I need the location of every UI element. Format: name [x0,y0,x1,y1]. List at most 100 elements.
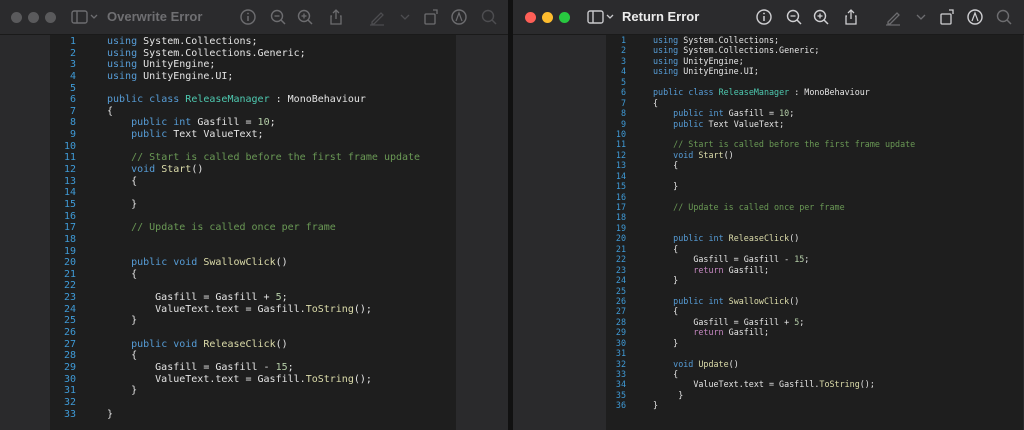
code-line: 12 void Start() [513,150,1024,160]
minimize-button[interactable] [28,12,39,23]
code-line: 29 return Gasfill; [513,327,1024,337]
code-text: } [653,400,659,411]
info-icon[interactable] [239,8,257,26]
search-icon[interactable] [995,8,1013,26]
chevron-down-icon[interactable] [912,8,930,26]
zoom-in-icon[interactable] [296,8,314,26]
line-number: 6 [69,94,76,106]
code-text: using System.Collections; [653,35,780,45]
code-text: public int ReleaseClick() [673,233,800,244]
code-text: using UnityEngine; [653,55,744,66]
code-text: { [653,306,679,317]
line-number: 1 [620,35,626,45]
sidebar-toggle-button[interactable] [586,8,616,26]
markup-icon[interactable] [966,8,984,26]
line-number: 30 [615,337,626,348]
code-line: 9 public Text ValueText; [513,119,1024,129]
code-text: void Start() [673,149,734,160]
line-number: 4 [620,66,626,77]
close-button[interactable] [525,12,536,23]
code-text: { [107,175,138,187]
code-text: void Update() [673,358,739,369]
code-line: 7{ [513,98,1024,108]
line-number: 27 [615,306,626,317]
code-text: // Start is called before the first fram… [673,139,916,150]
markup-icon[interactable] [450,8,468,26]
line-number: 8 [620,108,626,119]
code-text: } [107,408,114,420]
code-text: } [107,385,138,397]
info-icon[interactable] [755,8,773,26]
share-icon[interactable] [842,8,860,26]
sidebar-toggle-button[interactable] [70,8,100,26]
code-line: 14 [513,171,1024,181]
line-number: 21 [63,268,76,280]
line-number: 31 [63,385,76,397]
code-line: 11 // Start is called before the first f… [513,139,1024,149]
line-number: 1 [69,36,76,47]
line-number: 15 [63,198,76,210]
line-number: 34 [615,379,626,390]
line-number: 9 [69,129,76,141]
line-number: 19 [615,222,626,233]
share-icon[interactable] [327,8,345,26]
minimize-button[interactable] [542,12,553,23]
close-button[interactable] [11,12,22,23]
code-line: 25 [513,286,1024,296]
window-title: Overwrite Error [107,9,203,24]
line-number: 11 [63,152,76,164]
line-number: 9 [620,118,626,129]
code-line: 6 public class ReleaseManager : MonoBehav… [513,87,1024,97]
line-number: 20 [63,257,76,269]
line-number: 7 [69,105,76,117]
rotate-icon[interactable] [938,8,956,26]
code-text: public void ReleaseClick() [131,338,288,350]
chevron-down-icon[interactable] [396,8,414,26]
markup-pen-icon[interactable] [368,8,386,26]
zoom-button[interactable] [45,12,56,23]
code-line: 32 void Update() [513,359,1024,369]
line-number: 18 [615,212,626,223]
zoom-out-icon[interactable] [785,8,803,26]
code-line: 3 using UnityEngine; [513,56,1024,66]
code-text: ValueText.text = Gasfill.ToString(); [107,373,372,385]
rotate-icon[interactable] [422,8,440,26]
code-text: public class ReleaseManager : MonoBehavi… [107,94,366,106]
code-text: using System.Collections; [107,36,258,47]
left-titlebar: Overwrite Error [0,0,508,35]
code-line: 13 { [513,160,1024,170]
return-error-window: Return Error 1 using System.Collections; 2… [513,0,1024,430]
line-number: 18 [63,233,76,245]
zoom-in-icon[interactable] [812,8,830,26]
code-line: 2 using System.Collections.Generic; [513,45,1024,55]
zoom-out-icon[interactable] [269,8,287,26]
code-text: void Start() [131,164,204,176]
markup-pen-icon[interactable] [884,8,902,26]
code-line: 8 public int Gasfill = 10; [513,108,1024,118]
code-line: 34 ValueText.text = Gasfill.ToString(); [513,379,1024,389]
code-text: { [653,369,679,379]
line-number: 28 [615,316,626,327]
line-number: 30 [63,373,76,385]
code-text: return Gasfill; [693,327,769,338]
line-number: 24 [63,303,76,315]
code-text: } [653,389,684,400]
zoom-button[interactable] [559,12,570,23]
code-line: 1 using System.Collections; [513,35,1024,45]
code-line: 10 [513,129,1024,139]
line-number: 3 [620,55,626,66]
right-titlebar: Return Error [513,0,1024,35]
overwrite-error-window: Overwrite Error 1 using System.Collection… [0,0,508,430]
line-number: 6 [620,87,626,98]
code-line: 30 } [513,338,1024,348]
code-text: { [653,243,679,254]
code-text: { [653,97,659,108]
code-text: public class ReleaseManager : MonoBehavi… [653,87,870,98]
code-text: Gasfill = Gasfill - 15; [653,254,810,265]
line-number: 23 [63,292,76,304]
line-number: 10 [63,140,76,152]
code-line: 33 { [513,369,1024,379]
search-icon[interactable] [480,8,498,26]
code-text: } [653,275,679,286]
line-number: 5 [69,82,76,94]
